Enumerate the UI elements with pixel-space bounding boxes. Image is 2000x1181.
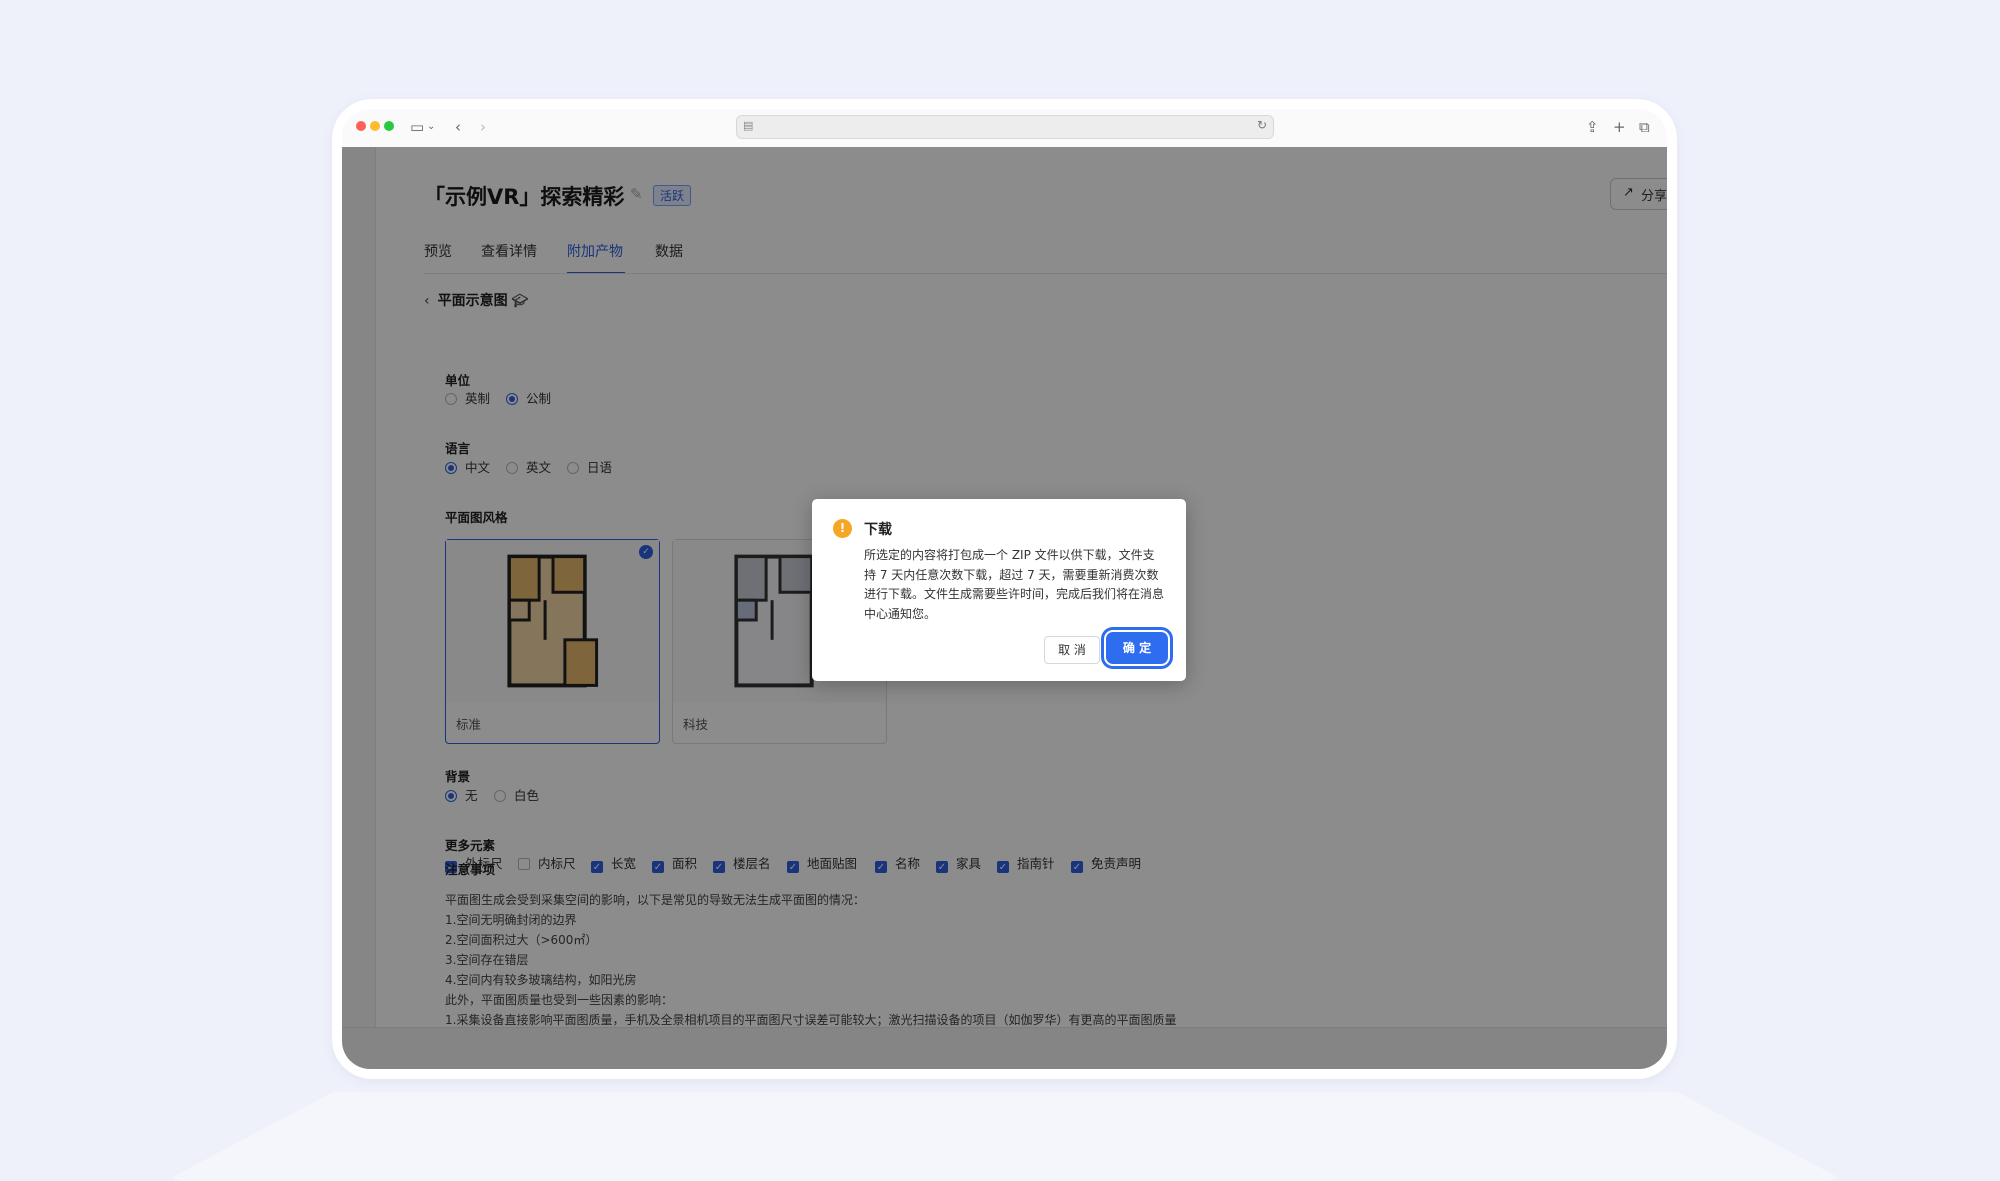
maximize-window-button[interactable] — [384, 121, 394, 131]
browser-window: ▭ ⌄ ‹ › ▤ ↻ ⇪ + ⧉ 「示例VR」探索精彩 ✎ 活跃 ↗ 分享 预… — [342, 109, 1667, 1069]
dialog-title: 下载 — [864, 522, 892, 538]
tab-overview-icon[interactable]: ⧉ — [1639, 117, 1650, 137]
device-stand — [165, 1092, 1845, 1181]
sidebar-toggle-icon[interactable]: ▭ — [410, 117, 424, 137]
address-bar[interactable]: ▤ ↻ — [736, 115, 1274, 139]
cancel-button[interactable]: 取 消 — [1044, 636, 1100, 664]
confirm-button[interactable]: 确 定 — [1106, 632, 1168, 664]
share-icon[interactable]: ⇪ — [1586, 117, 1599, 137]
warning-icon: ! — [833, 519, 852, 538]
forward-arrow-icon[interactable]: › — [480, 117, 486, 137]
download-dialog: ! 下载 所选定的内容将打包成一个 ZIP 文件以供下载，文件支持 7 天内任意… — [812, 499, 1186, 681]
dialog-message: 所选定的内容将打包成一个 ZIP 文件以供下载，文件支持 7 天内任意次数下载，… — [864, 548, 1165, 621]
new-tab-icon[interactable]: + — [1613, 117, 1626, 137]
chevron-down-icon[interactable]: ⌄ — [427, 117, 435, 137]
site-icon: ▤ — [743, 119, 754, 132]
back-arrow-icon[interactable]: ‹ — [455, 117, 461, 137]
close-window-button[interactable] — [356, 121, 366, 131]
reload-icon[interactable]: ↻ — [1257, 118, 1267, 132]
minimize-window-button[interactable] — [370, 121, 380, 131]
browser-toolbar: ▭ ⌄ ‹ › ▤ ↻ ⇪ + ⧉ — [342, 109, 1667, 148]
page-content: 「示例VR」探索精彩 ✎ 活跃 ↗ 分享 预览 查看详情 附加产物 数据 ‹ 平面… — [342, 147, 1667, 1069]
